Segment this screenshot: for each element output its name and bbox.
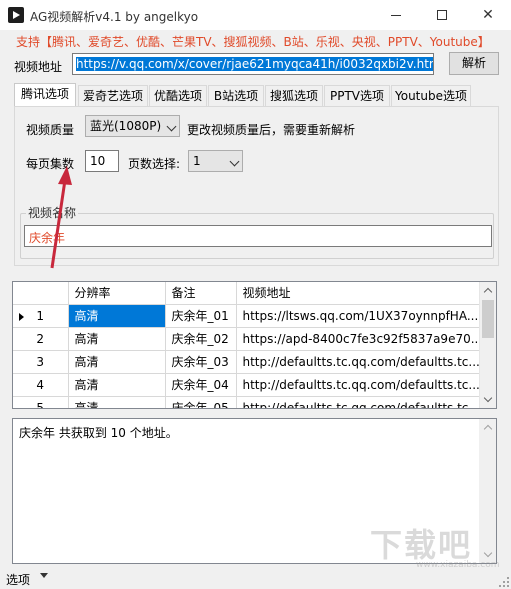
cell-url[interactable]: https://ltsws.qq.com/1UX37oynnpfHA...	[236, 304, 482, 328]
page-select[interactable]: 1	[188, 150, 243, 172]
tab-bilibili[interactable]: B站选项	[208, 85, 264, 107]
cell-url[interactable]: http://defaultts.tc.qq.com/defaultts.tc.…	[236, 350, 482, 374]
column-header-url[interactable]: 视频地址	[236, 282, 482, 305]
tab-youku[interactable]: 优酷选项	[149, 85, 207, 107]
row-number[interactable]: 1	[13, 304, 69, 328]
page-select-label: 页数选择:	[128, 157, 181, 171]
row-header-corner	[13, 282, 69, 305]
supported-sites-text: 支持【腾讯、爱奇艺、优酷、芒果TV、搜狐视频、B站、乐视、央视、PPTV、You…	[16, 35, 490, 49]
table-row[interactable]: 2 高清 庆余年_02 https://apd-8400c7fe3c92f583…	[13, 327, 482, 351]
cell-url[interactable]: http://defaultts.tc.qq.com/defaultts.tc.…	[236, 396, 482, 408]
minimize-button[interactable]	[373, 0, 419, 30]
tab-sohu[interactable]: 搜狐选项	[265, 85, 323, 107]
parse-button[interactable]: 解析	[449, 52, 499, 75]
table-row[interactable]: 3 高清 庆余年_03 http://defaultts.tc.qq.com/d…	[13, 350, 482, 374]
row-number[interactable]: 2	[13, 327, 69, 351]
url-table: 分辨率 备注 视频地址 1 高清 庆余年_01 https://ltsws.qq…	[13, 282, 482, 408]
cell-note[interactable]: 庆余年_01	[165, 304, 237, 328]
cell-url[interactable]: https://apd-8400c7fe3c92f5837a9e70...	[236, 327, 482, 351]
maximize-button[interactable]	[419, 0, 465, 30]
log-scrollbar[interactable]	[479, 419, 496, 563]
cell-resolution[interactable]: 高清	[68, 350, 166, 374]
cell-url[interactable]: http://defaultts.tc.qq.com/defaultts.tc.…	[236, 373, 482, 397]
url-label: 视频地址	[14, 60, 63, 74]
row-number[interactable]: 3	[13, 350, 69, 374]
scroll-up-icon[interactable]	[479, 419, 496, 436]
window-title: AG视频解析v4.1 by angelkyo	[30, 10, 199, 24]
column-header-note[interactable]: 备注	[165, 282, 237, 305]
url-input-value: https://v.qq.com/x/cover/rjae621myqca41h…	[76, 57, 433, 71]
per-page-input[interactable]: 10	[85, 150, 119, 172]
cell-note[interactable]: 庆余年_05	[165, 396, 237, 408]
row-number[interactable]: 5	[13, 396, 69, 408]
quality-hint: 更改视频质量后，需要重新解析	[187, 123, 356, 137]
chevron-down-icon	[229, 156, 240, 167]
cell-resolution[interactable]: 高清	[68, 304, 166, 328]
tab-youtube[interactable]: Youtube选项	[391, 85, 471, 107]
table-row[interactable]: 4 高清 庆余年_04 http://defaultts.tc.qq.com/d…	[13, 373, 482, 397]
cell-resolution[interactable]: 高清	[68, 373, 166, 397]
close-button[interactable]: ✕	[465, 0, 511, 30]
maximize-icon	[437, 10, 447, 20]
column-header-resolution[interactable]: 分辨率	[68, 282, 166, 305]
chevron-down-icon[interactable]	[40, 573, 48, 578]
log-text: 庆余年 共获取到 10 个地址。	[19, 426, 178, 440]
status-bar: 选项	[0, 567, 511, 589]
grid-scrollbar[interactable]	[479, 282, 496, 408]
scroll-up-icon[interactable]	[480, 282, 496, 299]
url-grid[interactable]: 分辨率 备注 视频地址 1 高清 庆余年_01 https://ltsws.qq…	[12, 281, 497, 409]
page-select-value: 1	[193, 154, 201, 168]
table-row[interactable]: 5 高清 庆余年_05 http://defaultts.tc.qq.com/d…	[13, 396, 482, 408]
table-row[interactable]: 1 高清 庆余年_01 https://ltsws.qq.com/1UX37oy…	[13, 304, 482, 328]
scroll-down-icon[interactable]	[480, 391, 496, 408]
quality-select-value: 蓝光(1080P)	[90, 119, 162, 133]
video-name-input[interactable]: 庆余年	[24, 225, 492, 247]
resize-grip-icon[interactable]	[499, 577, 509, 587]
quality-select[interactable]: 蓝光(1080P)	[85, 115, 180, 137]
row-number[interactable]: 4	[13, 373, 69, 397]
title-bar: AG视频解析v4.1 by angelkyo ✕	[0, 0, 511, 30]
cell-note[interactable]: 庆余年_04	[165, 373, 237, 397]
video-name-group-title: 视频名称	[26, 204, 79, 221]
options-dropdown-label[interactable]: 选项	[6, 571, 30, 588]
per-page-label: 每页集数	[26, 157, 75, 171]
quality-label: 视频质量	[26, 123, 75, 137]
cell-note[interactable]: 庆余年_02	[165, 327, 237, 351]
cell-resolution[interactable]: 高清	[68, 396, 166, 408]
cell-note[interactable]: 庆余年_03	[165, 350, 237, 374]
scroll-thumb[interactable]	[482, 300, 494, 338]
tab-pptv[interactable]: PPTV选项	[324, 85, 390, 107]
table-header-row: 分辨率 备注 视频地址	[13, 282, 482, 305]
current-row-icon	[19, 312, 24, 321]
tab-tencent[interactable]: 腾讯选项	[14, 83, 76, 107]
close-icon: ✕	[482, 7, 494, 23]
url-input[interactable]: https://v.qq.com/x/cover/rjae621myqca41h…	[72, 53, 434, 75]
tab-iqiyi[interactable]: 爱奇艺选项	[78, 85, 148, 107]
minimize-icon	[391, 14, 401, 16]
app-icon	[8, 7, 24, 23]
cell-resolution[interactable]: 高清	[68, 327, 166, 351]
chevron-down-icon	[166, 121, 177, 132]
